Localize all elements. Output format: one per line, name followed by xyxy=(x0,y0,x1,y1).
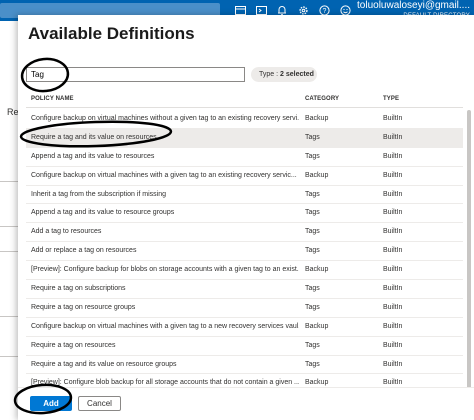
type-cell: BuiltIn xyxy=(383,209,403,217)
background-label: Re xyxy=(7,107,19,117)
divider xyxy=(0,316,18,317)
background-page: Re xyxy=(0,21,19,420)
table-row[interactable]: Add or replace a tag on resources Tags Bui… xyxy=(26,242,463,262)
category-cell: Tags xyxy=(305,303,320,311)
table-row[interactable]: Require a tag on subscriptions Tags BuiltI… xyxy=(26,280,463,299)
policy-name-cell: Append a tag and its value to resource g… xyxy=(31,209,175,217)
divider xyxy=(0,251,18,252)
table-row[interactable]: Require a tag on resource groups Tags Buil… xyxy=(26,299,463,318)
type-filter-label: Type : xyxy=(259,71,281,78)
column-header-policy-name[interactable]: POLICY NAME xyxy=(31,96,74,102)
table-row[interactable]: Require a tag and its value on resources… xyxy=(26,128,463,148)
type-cell: BuiltIn xyxy=(383,171,403,179)
scrollbar[interactable] xyxy=(466,110,472,400)
category-cell: Tags xyxy=(305,341,320,349)
category-cell: Tags xyxy=(305,152,320,160)
type-cell: BuiltIn xyxy=(383,303,403,311)
type-cell: BuiltIn xyxy=(383,228,403,236)
policy-name-cell: Add or replace a tag on resources xyxy=(31,247,137,255)
category-cell: Tags xyxy=(305,209,320,217)
table-row[interactable]: Append a tag and its value to resource g… xyxy=(26,204,463,224)
policy-name-cell: Require a tag on subscriptions xyxy=(31,285,126,293)
category-cell: Backup xyxy=(305,171,329,179)
table-row[interactable]: Configure backup on virtual machines wit… xyxy=(26,110,463,129)
policy-name-cell: Configure backup on virtual machines wit… xyxy=(31,115,299,122)
divider xyxy=(0,356,18,357)
type-cell: BuiltIn xyxy=(383,266,403,274)
type-cell: BuiltIn xyxy=(383,322,403,330)
policy-name-cell: Append a tag and its value to resources xyxy=(31,152,155,160)
category-cell: Backup xyxy=(305,322,329,330)
table-row[interactable]: Require a tag and its value on resource … xyxy=(26,356,463,375)
policy-name-cell: Require a tag and its value on resource … xyxy=(31,360,177,368)
table-row[interactable]: [Preview]: Configure backup for blobs on… xyxy=(26,261,463,281)
policy-name-cell: Add a tag to resources xyxy=(31,228,102,236)
category-cell: Tags xyxy=(305,228,320,236)
category-cell: Tags xyxy=(305,247,320,255)
policy-name-cell: Configure backup on virtual machines wit… xyxy=(31,171,297,179)
user-name: toluoluwaloseyi@gmail.... xyxy=(357,0,470,11)
category-cell: Backup xyxy=(305,266,329,274)
policy-name-cell: Require a tag and its value on resources xyxy=(31,133,157,141)
type-filter-pill[interactable]: Type : 2 selected xyxy=(251,67,317,82)
table-row[interactable]: Configure backup on virtual machines wit… xyxy=(26,167,463,186)
column-header-type[interactable]: TYPE xyxy=(383,96,399,102)
type-cell: BuiltIn xyxy=(383,115,403,122)
panel-title: Available Definitions xyxy=(28,24,195,43)
category-cell: Tags xyxy=(305,360,320,368)
policy-name-cell: Require a tag on resources xyxy=(31,341,116,349)
table-header: POLICY NAME CATEGORY TYPE xyxy=(26,94,463,108)
add-button[interactable]: Add xyxy=(30,396,72,411)
divider xyxy=(0,226,18,227)
table-row[interactable]: Require a tag on resources Tags BuiltIn xyxy=(26,337,463,356)
divider xyxy=(0,181,18,182)
search-input[interactable]: Tag xyxy=(26,67,245,82)
type-cell: BuiltIn xyxy=(383,341,403,349)
type-cell: BuiltIn xyxy=(383,152,403,160)
policy-name-cell: Inherit a tag from the subscription if m… xyxy=(31,190,167,198)
policy-name-cell: [Preview]: Configure backup for blobs on… xyxy=(31,266,299,274)
table-row[interactable]: Append a tag and its value to resources T… xyxy=(26,148,463,167)
category-cell: Backup xyxy=(305,115,329,122)
category-cell: Tags xyxy=(305,190,320,198)
policy-name-cell: Configure backup on virtual machines wit… xyxy=(31,322,299,330)
panel-footer: Add Cancel xyxy=(18,387,474,420)
type-cell: BuiltIn xyxy=(383,133,403,141)
type-filter-value: 2 selected xyxy=(280,71,314,78)
table-row[interactable]: Add a tag to resources Tags BuiltIn xyxy=(26,223,463,243)
table-row[interactable]: Configure backup on virtual machines wit… xyxy=(26,318,463,337)
type-cell: BuiltIn xyxy=(383,190,403,198)
svg-text:?: ? xyxy=(322,8,326,15)
cancel-button[interactable]: Cancel xyxy=(78,396,121,411)
type-cell: BuiltIn xyxy=(383,360,403,368)
scrollbar-thumb[interactable] xyxy=(467,110,471,393)
category-cell: Tags xyxy=(305,133,320,141)
policy-table-body: Configure backup on virtual machines wit… xyxy=(26,110,463,413)
table-row[interactable]: Inherit a tag from the subscription if m… xyxy=(26,186,463,205)
category-cell: Tags xyxy=(305,285,320,293)
policy-name-cell: Require a tag on resource groups xyxy=(31,303,136,311)
type-cell: BuiltIn xyxy=(383,247,403,255)
type-cell: BuiltIn xyxy=(383,285,403,293)
column-header-category[interactable]: CATEGORY xyxy=(305,96,339,102)
available-definitions-panel: Available Definitions Tag Type : 2 selec… xyxy=(18,15,474,420)
